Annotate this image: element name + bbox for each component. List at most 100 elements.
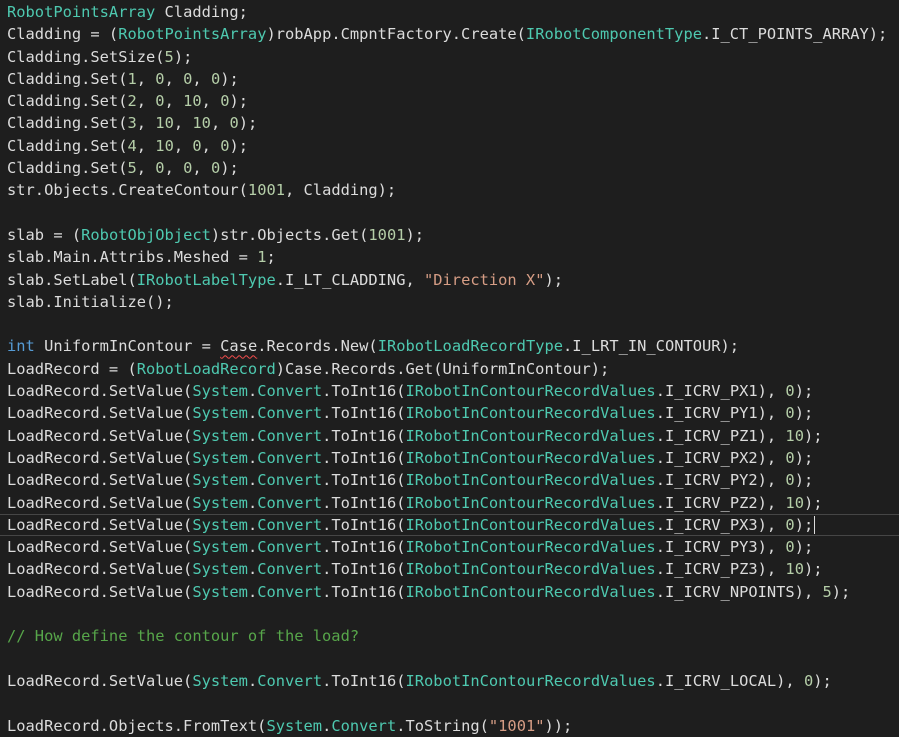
code-token: ); bbox=[803, 493, 823, 512]
code-token: Cladding.Set( bbox=[7, 159, 128, 178]
code-token: , bbox=[192, 69, 211, 88]
code-line[interactable]: LoadRecord.SetValue(System.Convert.ToInt… bbox=[0, 514, 899, 536]
code-token: LoadRecord.Objects.FromText( bbox=[7, 716, 267, 735]
code-line[interactable]: Cladding.Set(5, 0, 0, 0); bbox=[7, 157, 899, 179]
code-token: Cladding.SetSize( bbox=[7, 47, 165, 66]
code-line[interactable]: Cladding.Set(4, 10, 0, 0); bbox=[7, 135, 899, 157]
code-token: . bbox=[247, 671, 258, 690]
code-token: ); bbox=[229, 92, 249, 111]
code-token: .I_ICRV_PY3), bbox=[655, 538, 786, 557]
code-line[interactable]: LoadRecord.SetValue(System.Convert.ToInt… bbox=[7, 670, 899, 692]
code-token: LoadRecord.SetValue( bbox=[7, 582, 193, 601]
code-line[interactable]: LoadRecord.SetValue(System.Convert.ToInt… bbox=[7, 447, 899, 469]
code-line[interactable]: slab.Main.Attribs.Meshed = 1; bbox=[7, 246, 899, 268]
code-line[interactable]: slab = (RobotObjObject)str.Objects.Get(1… bbox=[7, 224, 899, 246]
code-line[interactable] bbox=[7, 648, 899, 670]
code-token: LoadRecord.SetValue( bbox=[7, 671, 193, 690]
code-line[interactable]: LoadRecord.Objects.FromText(System.Conve… bbox=[7, 715, 899, 737]
code-token: 0 bbox=[192, 136, 202, 155]
code-token: 0 bbox=[210, 159, 221, 178]
code-token: , bbox=[164, 92, 184, 111]
code-token: Convert bbox=[257, 515, 323, 534]
code-token: , bbox=[164, 69, 184, 88]
code-line[interactable]: LoadRecord.SetValue(System.Convert.ToInt… bbox=[7, 558, 899, 580]
code-token: RobotObjObject bbox=[81, 225, 211, 244]
code-token: .I_LT_CLADDING, bbox=[275, 270, 424, 289]
code-line[interactable]: LoadRecord.SetValue(System.Convert.ToInt… bbox=[7, 380, 899, 402]
code-line[interactable]: Cladding.Set(2, 0, 10, 0); bbox=[7, 90, 899, 112]
code-token: , bbox=[136, 92, 156, 111]
code-line[interactable] bbox=[7, 202, 899, 224]
code-token: .ToInt16( bbox=[322, 515, 406, 534]
code-token: .ToInt16( bbox=[322, 671, 406, 690]
code-line[interactable]: LoadRecord.SetValue(System.Convert.ToInt… bbox=[7, 402, 899, 424]
code-line[interactable]: Cladding.Set(1, 0, 0, 0); bbox=[7, 68, 899, 90]
code-line[interactable]: RobotPointsArray Cladding; bbox=[7, 1, 899, 23]
code-token: ); bbox=[803, 426, 823, 445]
code-token: 0 bbox=[785, 471, 795, 490]
code-token: int bbox=[7, 337, 35, 356]
code-token: .ToInt16( bbox=[322, 493, 406, 512]
code-token: IRobotInContourRecordValues bbox=[405, 382, 656, 401]
code-token: Cladding; bbox=[155, 3, 248, 21]
code-token: ; bbox=[266, 248, 276, 267]
code-token: LoadRecord.SetValue( bbox=[7, 448, 193, 467]
code-line[interactable]: LoadRecord = (RobotLoadRecord)Case.Recor… bbox=[7, 358, 899, 380]
code-line[interactable]: // How define the contour of the load? bbox=[7, 625, 899, 647]
code-token: ); bbox=[794, 404, 814, 423]
code-token: 10 bbox=[155, 136, 174, 155]
code-token: .I_ICRV_PY1), bbox=[655, 404, 786, 423]
code-line[interactable]: LoadRecord.SetValue(System.Convert.ToInt… bbox=[7, 492, 899, 514]
code-line[interactable]: LoadRecord.SetValue(System.Convert.ToInt… bbox=[7, 581, 899, 603]
code-line[interactable] bbox=[7, 692, 899, 714]
code-token: 0 bbox=[785, 515, 795, 534]
code-token: ); bbox=[794, 515, 814, 534]
code-line[interactable]: Cladding = (RobotPointsArray)robApp.Cmpn… bbox=[7, 23, 899, 45]
code-line[interactable]: int UniformInContour = Case.Records.New(… bbox=[7, 335, 899, 357]
code-token: IRobotInContourRecordValues bbox=[405, 538, 656, 557]
code-token: . bbox=[247, 404, 258, 423]
code-line[interactable]: LoadRecord.SetValue(System.Convert.ToInt… bbox=[7, 469, 899, 491]
code-token: RobotPointsArray bbox=[118, 25, 267, 44]
code-token: , bbox=[201, 136, 221, 155]
code-token: .ToInt16( bbox=[322, 382, 406, 401]
code-token: IRobotInContourRecordValues bbox=[405, 582, 656, 601]
code-token: Cladding.Set( bbox=[7, 114, 128, 133]
code-token: 0 bbox=[785, 404, 795, 423]
code-token: , bbox=[192, 159, 211, 178]
code-line[interactable]: str.Objects.CreateContour(1001, Cladding… bbox=[7, 179, 899, 201]
code-token: LoadRecord = ( bbox=[7, 359, 137, 378]
code-token: ); bbox=[803, 560, 823, 579]
code-token: Convert bbox=[257, 404, 323, 423]
code-token: .I_ICRV_PZ3), bbox=[655, 560, 786, 579]
code-token: .ToInt16( bbox=[322, 471, 406, 490]
code-line[interactable]: slab.SetLabel(IRobotLabelType.I_LT_CLADD… bbox=[7, 269, 899, 291]
code-token: System bbox=[192, 582, 248, 601]
code-token: IRobotLoadRecordType bbox=[377, 337, 564, 356]
code-token: 0 bbox=[229, 114, 239, 133]
code-line[interactable]: Cladding.SetSize(5); bbox=[7, 46, 899, 68]
code-line[interactable] bbox=[7, 603, 899, 625]
code-token: Convert bbox=[257, 426, 323, 445]
code-token: System bbox=[192, 560, 248, 579]
code-token: ); bbox=[544, 270, 564, 289]
code-token: Cladding.Set( bbox=[7, 69, 128, 88]
code-editor[interactable]: RobotPointsArray Cladding; Cladding = (Ro… bbox=[0, 0, 899, 737]
code-token: . bbox=[247, 448, 258, 467]
code-token: 0 bbox=[155, 69, 165, 88]
code-token: .I_ICRV_LOCAL), bbox=[655, 671, 804, 690]
code-line[interactable]: slab.Initialize(); bbox=[7, 291, 899, 313]
code-token: . bbox=[247, 382, 258, 401]
code-line[interactable] bbox=[7, 313, 899, 335]
code-token: IRobotInContourRecordValues bbox=[405, 515, 656, 534]
code-line[interactable]: Cladding.Set(3, 10, 10, 0); bbox=[7, 112, 899, 134]
code-token: 0 bbox=[785, 538, 795, 557]
code-token: ); bbox=[813, 671, 832, 690]
code-token: , bbox=[201, 92, 221, 111]
code-token: , bbox=[136, 159, 156, 178]
code-token: 0 bbox=[210, 69, 221, 88]
code-line[interactable]: LoadRecord.SetValue(System.Convert.ToInt… bbox=[7, 536, 899, 558]
code-line[interactable]: LoadRecord.SetValue(System.Convert.ToInt… bbox=[7, 425, 899, 447]
code-token: IRobotComponentType bbox=[525, 25, 702, 44]
code-token: System bbox=[192, 493, 248, 512]
